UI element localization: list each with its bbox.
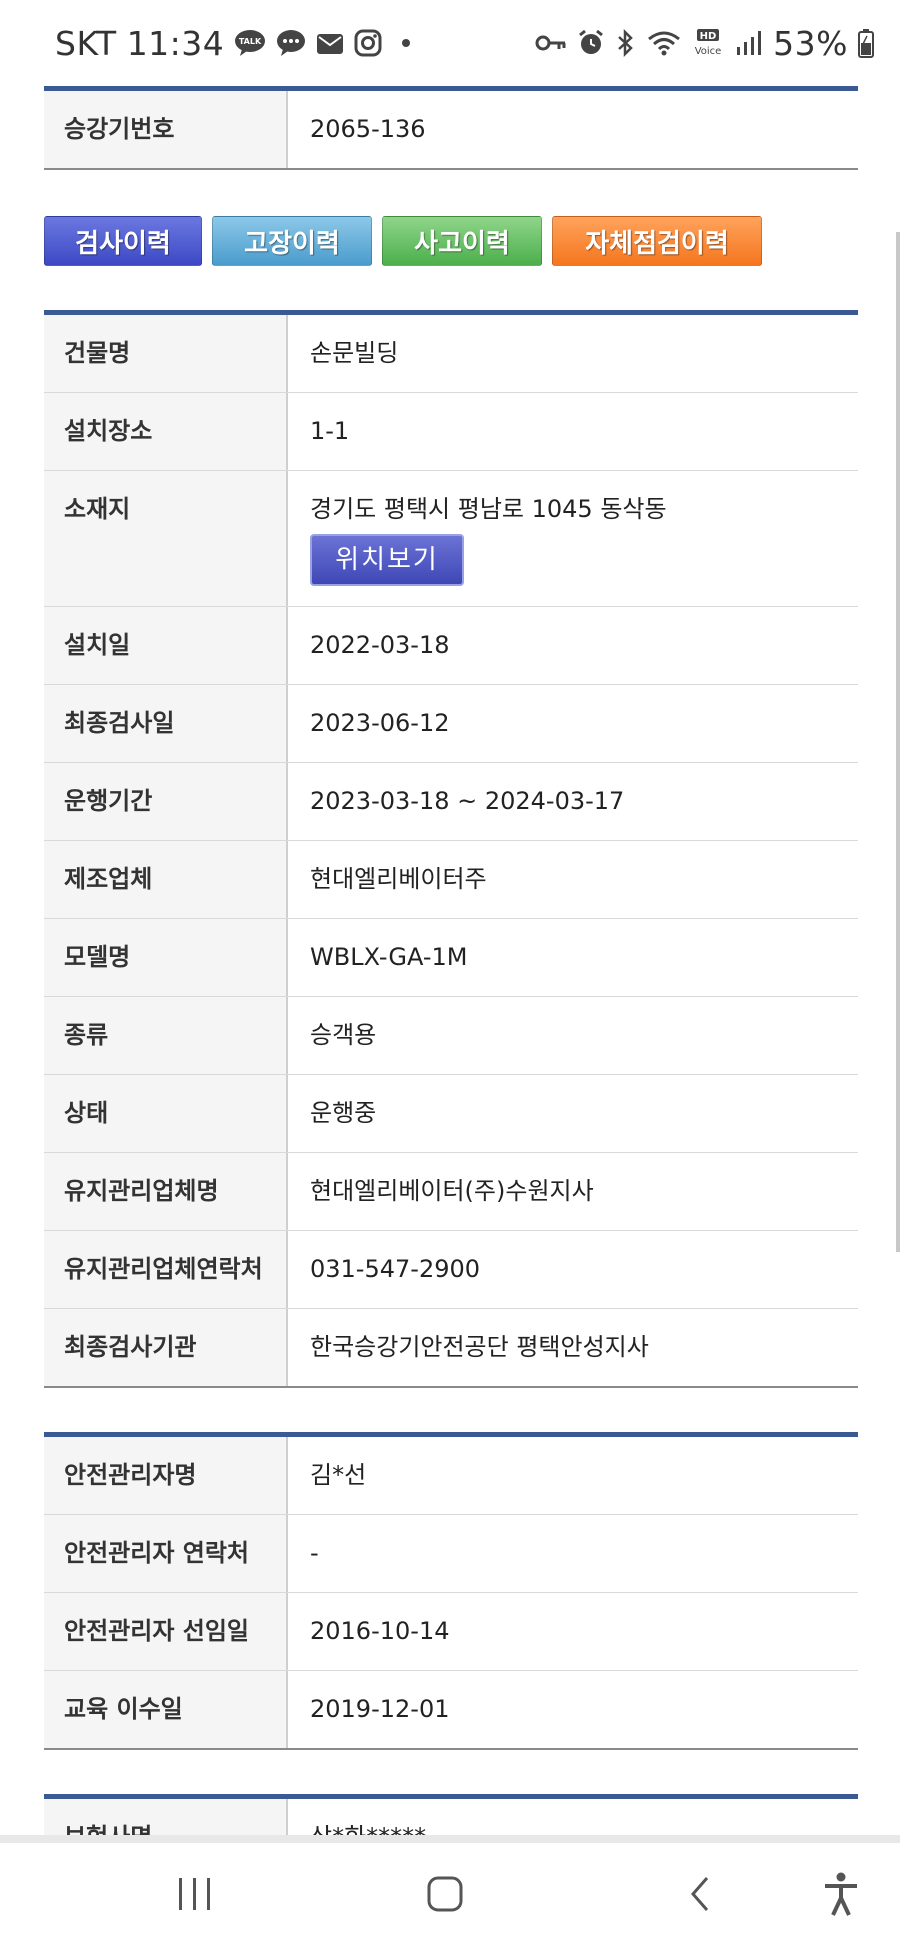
row-label: 최종검사일 <box>44 685 288 762</box>
nav-divider <box>0 1835 900 1843</box>
status-bar-right: HD Voice 53% <box>525 24 874 63</box>
accessibility-button[interactable] <box>816 1867 866 1921</box>
hd-voice-icon: HD Voice <box>691 28 725 58</box>
table-row: 설치일 2022-03-18 <box>44 607 858 685</box>
row-value: 현대엘리베이터(주)수원지사 <box>310 1177 594 1205</box>
kakaotalk-icon: TALK <box>234 29 266 57</box>
row-label: 승강기번호 <box>44 91 288 168</box>
table-row: 유지관리업체명 현대엘리베이터(주)수원지사 <box>44 1153 858 1231</box>
row-value: 현대엘리베이터주 <box>310 865 487 893</box>
table-row: 최종검사일 2023-06-12 <box>44 685 858 763</box>
svg-text:Voice: Voice <box>695 46 722 57</box>
address-cell: 경기도 평택시 평남로 1045 동삭동 위치보기 <box>288 471 858 606</box>
table-row: 유지관리업체연락처 031-547-2900 <box>44 1231 858 1309</box>
row-label: 소재지 <box>44 471 288 606</box>
navigation-bar <box>0 1843 900 1950</box>
recent-apps-button[interactable] <box>170 1869 220 1919</box>
row-label: 안전관리자 연락처 <box>44 1515 288 1592</box>
carrier-label: SKT <box>55 23 117 63</box>
building-info-table: 건물명 손문빌딩 설치장소 1-1 소재지 경기도 평택시 평남로 1045 동… <box>44 310 858 1388</box>
table-row: 제조업체 현대엘리베이터주 <box>44 841 858 919</box>
back-icon <box>691 1877 709 1911</box>
safety-manager-table: 안전관리자명 김*선 안전관리자 연락처 - 안전관리자 선임일 2016-10… <box>44 1432 858 1750</box>
scrollbar[interactable] <box>896 232 900 1252</box>
row-value: 2022-03-18 <box>310 631 450 659</box>
accessibility-icon <box>825 1872 857 1916</box>
instagram-icon <box>354 29 382 57</box>
inspection-history-button[interactable]: 검사이력 <box>44 216 202 266</box>
status-bar: SKT 11:34 TALK HD Voice 53% <box>0 0 900 86</box>
table-row: 모델명 WBLX-GA-1M <box>44 919 858 997</box>
page-content: 승강기번호 2065-136 검사이력 고장이력 사고이력 자체점검이력 건물명… <box>44 86 858 1876</box>
mail-icon <box>316 29 344 57</box>
table-row: 안전관리자명 김*선 <box>44 1437 858 1515</box>
bluetooth-icon <box>615 29 637 57</box>
table-row: 건물명 손문빌딩 <box>44 315 858 393</box>
status-bar-left: SKT 11:34 TALK <box>55 24 420 63</box>
table-row: 소재지 경기도 평택시 평남로 1045 동삭동 위치보기 <box>44 471 858 607</box>
row-label: 설치일 <box>44 607 288 684</box>
clock: 11:34 <box>126 23 225 63</box>
elevator-number-table: 승강기번호 2065-136 <box>44 86 858 170</box>
table-row: 안전관리자 연락처 - <box>44 1515 858 1593</box>
row-label: 교육 이수일 <box>44 1671 288 1748</box>
row-label: 안전관리자 선임일 <box>44 1593 288 1670</box>
table-row: 종류 승객용 <box>44 997 858 1075</box>
table-row: 설치장소 1-1 <box>44 393 858 471</box>
accident-history-button[interactable]: 사고이력 <box>382 216 542 266</box>
row-label: 건물명 <box>44 315 288 392</box>
row-label: 운행기간 <box>44 763 288 840</box>
view-location-button[interactable]: 위치보기 <box>310 534 464 586</box>
row-value: 운행중 <box>310 1099 377 1127</box>
table-row: 운행기간 2023-03-18 ~ 2024-03-17 <box>44 763 858 841</box>
row-value: 한국승강기안전공단 평택안성지사 <box>310 1333 649 1361</box>
install-place-value: 1-1 <box>310 417 350 445</box>
table-row: 최종검사기관 한국승강기안전공단 평택안성지사 <box>44 1309 858 1386</box>
row-label: 모델명 <box>44 919 288 996</box>
signal-icon <box>735 29 763 57</box>
row-label: 제조업체 <box>44 841 288 918</box>
row-value: - <box>310 1539 319 1567</box>
svg-text:TALK: TALK <box>239 37 262 46</box>
history-buttons: 검사이력 고장이력 사고이력 자체점검이력 <box>44 216 858 266</box>
home-icon <box>427 1876 463 1912</box>
row-label: 유지관리업체명 <box>44 1153 288 1230</box>
row-value: 031-547-2900 <box>310 1255 481 1283</box>
building-name-value: 손문빌딩 <box>310 339 399 367</box>
recent-apps-icon <box>179 1878 210 1910</box>
wifi-icon <box>647 29 681 57</box>
row-value: 김*선 <box>310 1461 367 1489</box>
row-value: 2019-12-01 <box>310 1695 450 1723</box>
row-label: 종류 <box>44 997 288 1074</box>
row-value: 2023-03-18 ~ 2024-03-17 <box>310 787 625 815</box>
home-button[interactable] <box>420 1869 470 1919</box>
key-icon <box>535 31 567 55</box>
battery-icon <box>858 28 874 58</box>
table-row: 상태 운행중 <box>44 1075 858 1153</box>
row-label: 유지관리업체연락처 <box>44 1231 288 1308</box>
row-label: 상태 <box>44 1075 288 1152</box>
row-label: 안전관리자명 <box>44 1437 288 1514</box>
more-notifications-dot <box>402 39 411 47</box>
table-row: 승강기번호 2065-136 <box>44 91 858 168</box>
row-value: 2016-10-14 <box>310 1617 450 1645</box>
row-label: 설치장소 <box>44 393 288 470</box>
self-inspection-history-button[interactable]: 자체점검이력 <box>552 216 762 266</box>
battery-percent: 53% <box>773 23 848 63</box>
row-value: 승객용 <box>310 1021 377 1049</box>
address-value: 경기도 평택시 평남로 1045 동삭동 <box>310 495 667 523</box>
chat-bubble-icon <box>276 29 306 57</box>
back-button[interactable] <box>675 1869 725 1919</box>
row-label: 최종검사기관 <box>44 1309 288 1386</box>
row-value: 2023-06-12 <box>310 709 450 737</box>
alarm-icon <box>577 29 605 57</box>
row-value: WBLX-GA-1M <box>310 943 468 971</box>
svg-text:HD: HD <box>700 31 717 42</box>
table-row: 교육 이수일 2019-12-01 <box>44 1671 858 1748</box>
fault-history-button[interactable]: 고장이력 <box>212 216 372 266</box>
table-row: 안전관리자 선임일 2016-10-14 <box>44 1593 858 1671</box>
row-value: 2065-136 <box>310 115 426 143</box>
